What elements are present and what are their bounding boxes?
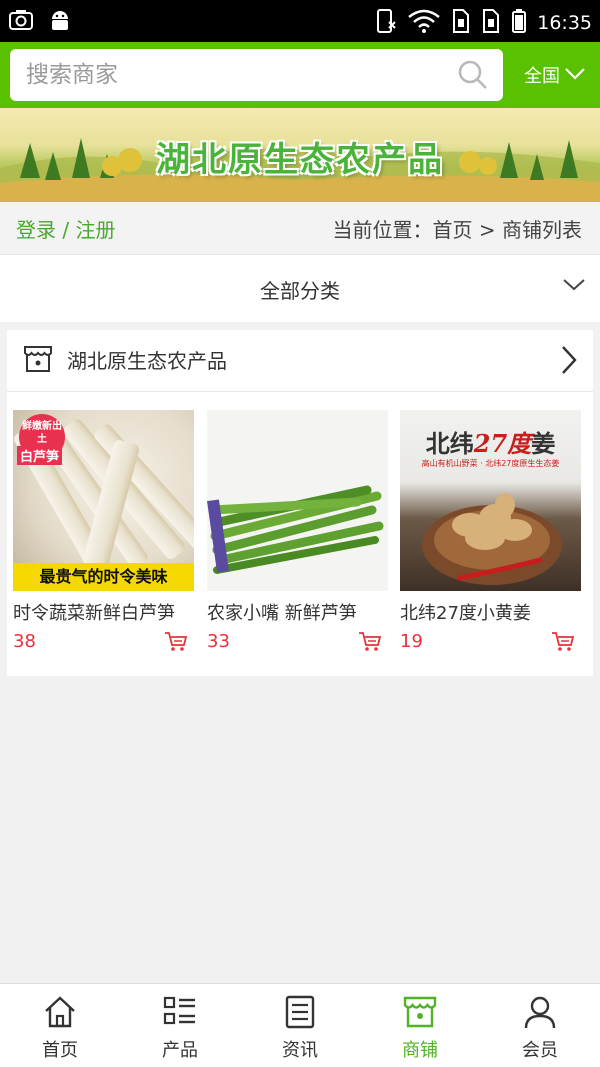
tab-home[interactable]: 首页 (0, 984, 120, 1067)
sim-icon-2 (481, 8, 501, 38)
tab-label: 资讯 (282, 1040, 318, 1061)
tab-label: 首页 (42, 1040, 78, 1061)
cart-icon[interactable] (164, 631, 188, 658)
product-price-row: 19 (400, 631, 581, 655)
clock: 16:35 (537, 12, 592, 34)
product-card[interactable]: 北纬27度姜 高山有机山野菜 · 北纬27度原生生态姜 北纬27度小黄姜 19 (400, 410, 581, 655)
tab-news[interactable]: 资讯 (240, 984, 360, 1067)
banner[interactable]: 湖北原生态农产品 (0, 108, 600, 202)
product-image[interactable]: 北纬27度姜 高山有机山野菜 · 北纬27度原生生态姜 (400, 410, 581, 591)
shop-header[interactable]: 湖北原生态农产品 (7, 330, 593, 392)
product-image[interactable]: 鲜嫩新出土 白芦笋 最贵气的时令美味 (13, 410, 194, 591)
product-tag-2: 白芦笋 (17, 446, 63, 465)
product-price: 33 (207, 631, 230, 652)
android-icon (48, 8, 72, 36)
login-link[interactable]: 登录 (16, 218, 56, 242)
chevron-down-icon (564, 65, 586, 86)
shop-card: 湖北原生态农产品 鲜嫩新出土 白芦笋 最贵气的时令美味 时令蔬菜新鲜白芦笋 38 (7, 330, 593, 676)
search-header: 全国 (0, 42, 600, 108)
screenshot-icon (8, 8, 34, 36)
tab-member[interactable]: 会员 (480, 984, 600, 1067)
search-box[interactable] (10, 49, 503, 101)
product-slogan: 最贵气的时令美味 (13, 563, 194, 591)
status-bar: 16:35 (0, 0, 600, 42)
region-selector[interactable]: 全国 (524, 62, 586, 88)
wifi-icon (407, 8, 441, 38)
product-title[interactable]: 北纬27度小黄姜 (400, 599, 581, 625)
search-input[interactable] (26, 49, 446, 101)
product-title[interactable]: 时令蔬菜新鲜白芦笋 (13, 599, 194, 625)
sim-icon (451, 8, 471, 38)
store-icon (402, 994, 438, 1034)
home-icon (42, 994, 78, 1034)
banner-title: 湖北原生态农产品 (156, 140, 444, 180)
product-price: 38 (13, 631, 36, 652)
chevron-down-icon (562, 277, 586, 297)
tab-label: 会员 (522, 1040, 558, 1061)
battery-icon (511, 8, 527, 38)
bottom-nav: 首页 产品 资讯 商铺 会员 (0, 983, 600, 1067)
shop-name: 湖北原生态农产品 (67, 349, 227, 373)
product-price-row: 38 (13, 631, 194, 655)
cart-icon[interactable] (358, 631, 382, 658)
product-price-row: 33 (207, 631, 388, 655)
region-label: 全国 (524, 66, 560, 87)
tab-stores[interactable]: 商铺 (360, 984, 480, 1067)
tab-products[interactable]: 产品 (120, 984, 240, 1067)
product-card[interactable]: 鲜嫩新出土 白芦笋 最贵气的时令美味 时令蔬菜新鲜白芦笋 38 (13, 410, 194, 655)
tab-label: 商铺 (402, 1040, 438, 1061)
news-icon (282, 994, 318, 1034)
breadcrumb-bar: 登录 / 注册 当前位置：首页 > 商铺列表 (0, 202, 600, 254)
cart-icon[interactable] (551, 631, 575, 658)
phone-icon (375, 8, 397, 38)
product-image[interactable] (207, 410, 388, 591)
green-asparagus-image (207, 485, 384, 574)
user-icon (522, 994, 558, 1034)
breadcrumb: 当前位置：首页 > 商铺列表 (332, 218, 582, 242)
product-title[interactable]: 农家小嘴 新鲜芦笋 (207, 599, 388, 625)
chevron-right-icon[interactable] (559, 344, 579, 380)
product-card[interactable]: 农家小嘴 新鲜芦笋 33 (207, 410, 388, 655)
list-icon (162, 994, 198, 1034)
category-label: 全部分类 (260, 279, 340, 303)
store-icon (22, 343, 54, 379)
search-icon[interactable] (457, 59, 489, 95)
category-selector[interactable]: 全部分类 (0, 254, 600, 322)
auth-links: 登录 / 注册 (16, 214, 115, 243)
register-link[interactable]: 注册 (75, 218, 115, 242)
ginger-image (422, 493, 562, 585)
tab-label: 产品 (162, 1040, 198, 1061)
auth-separator: / (56, 218, 76, 242)
product-price: 19 (400, 631, 423, 652)
